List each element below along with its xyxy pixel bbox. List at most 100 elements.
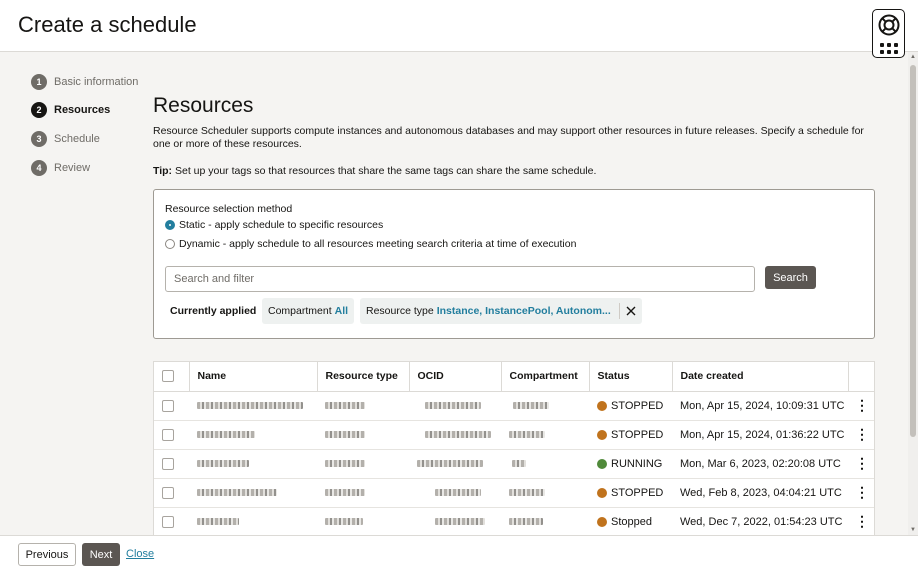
- date-created: Mon, Apr 15, 2024, 10:09:31 UTC: [672, 391, 848, 421]
- row-actions-button[interactable]: ⋮: [848, 507, 874, 535]
- redacted-compartment: [509, 489, 545, 497]
- row-checkbox[interactable]: [162, 428, 174, 441]
- status-text: STOPPED: [611, 399, 664, 412]
- remove-filter-button[interactable]: [618, 303, 636, 319]
- search-button[interactable]: Search: [765, 266, 816, 289]
- intro-text: Resource Scheduler supports compute inst…: [153, 125, 864, 150]
- resource-selection-panel: Resource selection method Static - apply…: [153, 189, 875, 339]
- currently-applied-label: Currently applied: [170, 305, 257, 317]
- lifebuoy-icon: [878, 14, 900, 36]
- row-actions-button[interactable]: ⋮: [848, 449, 874, 479]
- table-row: RUNNING Mon, Mar 6, 2023, 02:20:08 UTC ⋮: [154, 449, 874, 479]
- chip-value: All: [334, 305, 349, 317]
- tip-label: Tip:: [153, 165, 173, 177]
- redacted-name: [197, 402, 303, 410]
- step-number: 3: [31, 131, 47, 147]
- row-actions-button[interactable]: ⋮: [848, 420, 874, 450]
- column-header-name[interactable]: Name: [189, 362, 318, 392]
- kebab-menu-icon: ⋮: [855, 484, 869, 500]
- status-dot: [597, 458, 607, 469]
- apps-grid-icon: [880, 43, 898, 55]
- redacted-resource-type: [325, 402, 365, 410]
- kebab-menu-icon: ⋮: [855, 397, 869, 413]
- radio-static[interactable]: Static - apply schedule to specific reso…: [165, 219, 383, 231]
- chip-key: Compartment: [268, 305, 332, 317]
- help-button[interactable]: [872, 9, 905, 58]
- step-number: 4: [31, 160, 47, 176]
- page-title: Create a schedule: [18, 12, 197, 37]
- tip-text: Tip: Set up your tags so that resources …: [153, 165, 596, 177]
- status-dot: [597, 400, 607, 411]
- radio-dynamic[interactable]: Dynamic - apply schedule to all resource…: [165, 238, 576, 250]
- table-row: STOPPED Wed, Feb 8, 2023, 04:04:21 UTC ⋮: [154, 478, 874, 508]
- status-cell: STOPPED: [597, 487, 672, 499]
- radio-static-label: Static - apply schedule to specific reso…: [179, 219, 384, 231]
- status-dot: [597, 516, 607, 527]
- date-created: Wed, Feb 8, 2023, 04:04:21 UTC: [672, 478, 848, 508]
- filter-chip-compartment[interactable]: Compartment All: [262, 298, 355, 324]
- row-actions-button[interactable]: ⋮: [848, 478, 874, 508]
- column-header-status[interactable]: Status: [589, 362, 673, 392]
- redacted-resource-type: [325, 431, 365, 439]
- table-row: STOPPED Mon, Apr 15, 2024, 10:09:31 UTC …: [154, 391, 874, 421]
- filter-chip-resource-type[interactable]: Resource type Instance, InstancePool, Aut…: [360, 298, 642, 324]
- radio-static-control[interactable]: [165, 220, 175, 230]
- scrollbar-thumb[interactable]: [910, 65, 916, 437]
- page-header: Create a schedule: [0, 0, 918, 52]
- tip-body: Set up your tags so that resources that …: [172, 165, 597, 177]
- row-checkbox[interactable]: [162, 486, 174, 499]
- status-cell: STOPPED: [597, 429, 672, 441]
- redacted-resource-type: [325, 460, 365, 468]
- step-label: Resources: [54, 104, 111, 116]
- step-number: 2: [31, 102, 47, 118]
- selection-method-label: Resource selection method: [165, 203, 293, 215]
- redacted-ocid: [435, 518, 485, 526]
- redacted-ocid: [425, 431, 491, 439]
- step-number: 1: [31, 74, 47, 90]
- column-header-resource-type[interactable]: Resource type: [317, 362, 410, 392]
- kebab-menu-icon: ⋮: [855, 426, 869, 442]
- chip-key: Resource type: [366, 305, 434, 317]
- status-cell: Stopped: [597, 516, 672, 528]
- redacted-resource-type: [325, 518, 363, 526]
- status-text: STOPPED: [611, 486, 664, 499]
- scroll-up-arrow-icon[interactable]: ▲: [910, 54, 916, 60]
- redacted-compartment: [509, 518, 543, 526]
- column-header-date-created[interactable]: Date created: [672, 362, 849, 392]
- close-icon: [626, 306, 636, 316]
- select-all-checkbox[interactable]: [162, 370, 174, 383]
- step-schedule[interactable]: 3 Schedule: [31, 131, 100, 147]
- date-created: Wed, Dec 7, 2022, 01:54:23 UTC: [672, 507, 848, 535]
- status-dot: [597, 429, 607, 440]
- section-title: Resources: [153, 94, 254, 117]
- search-input[interactable]: [165, 266, 755, 292]
- close-link[interactable]: Close: [126, 548, 154, 560]
- step-resources[interactable]: 2 Resources: [31, 102, 110, 118]
- redacted-name: [197, 431, 255, 439]
- radio-dynamic-control[interactable]: [165, 239, 175, 249]
- row-actions-button[interactable]: ⋮: [848, 391, 874, 421]
- date-created: Mon, Apr 15, 2024, 01:36:22 UTC: [672, 420, 848, 450]
- redacted-ocid: [417, 460, 483, 468]
- step-label: Basic information: [54, 76, 139, 88]
- chip-value: Instance, InstancePool, Autonom...: [436, 305, 611, 317]
- row-checkbox[interactable]: [162, 399, 174, 412]
- previous-button[interactable]: Previous: [18, 543, 76, 566]
- column-header-compartment[interactable]: Compartment: [501, 362, 590, 392]
- table-header-row: Name Resource type OCID Compartment Stat…: [154, 362, 874, 392]
- page-scrollbar[interactable]: ▲ ▼: [908, 52, 918, 535]
- wizard-footer: Previous Next Close: [0, 535, 918, 570]
- row-checkbox[interactable]: [162, 515, 174, 528]
- status-text: Stopped: [611, 515, 652, 528]
- step-review[interactable]: 4 Review: [31, 160, 90, 176]
- select-all-cell: [154, 362, 190, 392]
- date-created: Mon, Mar 6, 2023, 02:20:08 UTC: [672, 449, 848, 479]
- redacted-ocid: [435, 489, 481, 497]
- next-button[interactable]: Next: [82, 543, 120, 566]
- redacted-resource-type: [325, 489, 365, 497]
- scroll-down-arrow-icon[interactable]: ▼: [910, 527, 916, 533]
- row-checkbox[interactable]: [162, 457, 174, 470]
- column-header-ocid[interactable]: OCID: [409, 362, 502, 392]
- step-basic-information[interactable]: 1 Basic information: [31, 74, 138, 90]
- radio-dynamic-label: Dynamic - apply schedule to all resource…: [179, 238, 577, 250]
